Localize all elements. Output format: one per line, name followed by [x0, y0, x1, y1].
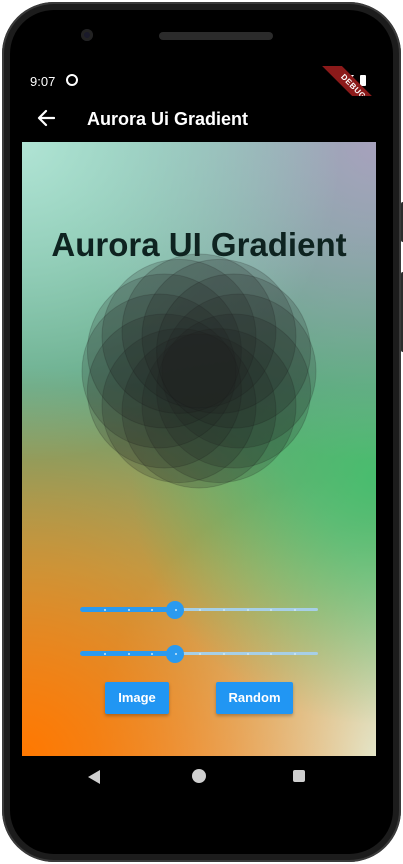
slider-1-tick — [103, 609, 106, 611]
slider-2-tick — [103, 653, 106, 655]
slider-1[interactable] — [80, 600, 318, 620]
slider-2-tick — [222, 653, 225, 655]
sync-icon — [66, 74, 78, 86]
slider-1-tick — [222, 609, 225, 611]
app-screen: 9:07 DEBUG Aurora Ui Gradient Aurora UI … — [22, 66, 376, 756]
app-bar-title: Aurora Ui Gradient — [87, 109, 249, 129]
status-bar: 9:07 DEBUG — [22, 66, 376, 124]
slider-1-tick — [127, 609, 130, 611]
flower-petal — [156, 273, 312, 429]
app-bar: Aurora Ui Gradient — [22, 96, 376, 142]
earpiece-speaker — [159, 32, 273, 40]
slider-2-tick — [127, 653, 130, 655]
slider-2-tick — [199, 653, 201, 655]
nav-recents-icon[interactable] — [293, 770, 305, 782]
image-button[interactable]: Image — [105, 682, 169, 714]
slider-2[interactable] — [80, 644, 318, 664]
random-button[interactable]: Random — [216, 682, 293, 714]
slider-1-tick — [246, 609, 249, 611]
status-time: 9:07 — [30, 74, 56, 89]
back-button[interactable] — [34, 106, 58, 130]
arrow-back-icon — [37, 109, 55, 127]
front-camera — [81, 29, 93, 41]
gradient-background: Aurora UI Gradient Image Random — [22, 142, 376, 756]
system-nav-bar — [22, 756, 376, 798]
slider-2-tick — [246, 653, 249, 655]
nav-home-icon[interactable] — [192, 769, 206, 783]
slider-1-tick — [199, 609, 201, 611]
nav-back-icon[interactable] — [88, 770, 100, 784]
